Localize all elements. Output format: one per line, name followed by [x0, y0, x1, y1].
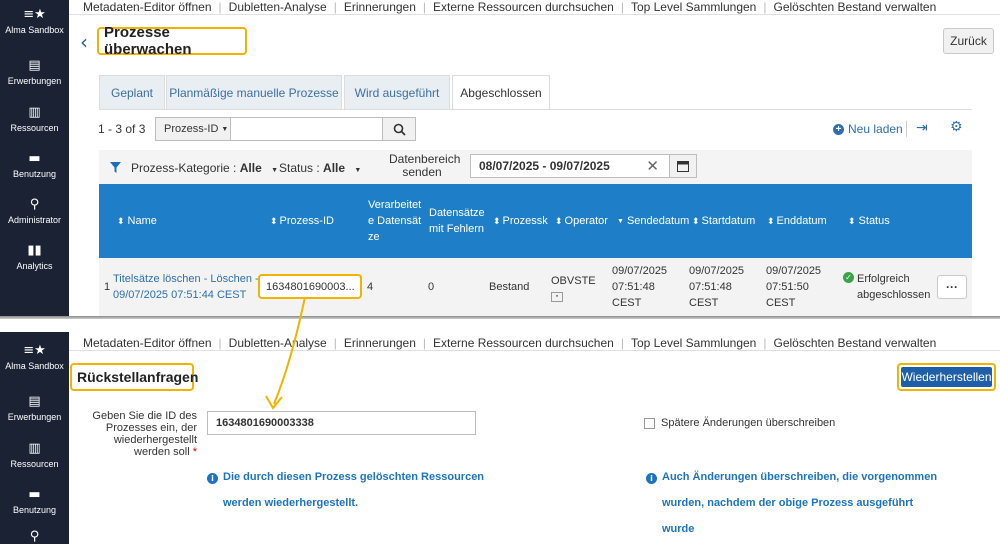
annotation-arrow [265, 296, 306, 410]
